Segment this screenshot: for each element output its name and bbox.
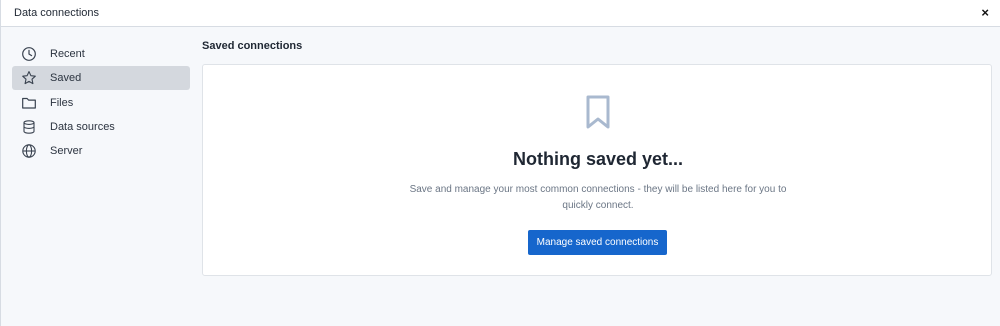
page-title: Saved connections <box>202 40 303 52</box>
data-connections-dialog: Data connections × Recent Saved Files Da… <box>0 0 1000 326</box>
empty-state-heading: Nothing saved yet... <box>512 149 684 169</box>
globe-icon <box>21 143 37 159</box>
title-bar: Data connections × <box>1 0 1000 27</box>
sidebar-item-server[interactable]: Server <box>12 139 190 163</box>
star-icon <box>21 70 37 86</box>
sidebar-item-label: Data sources <box>50 121 115 133</box>
close-icon[interactable]: × <box>981 5 989 21</box>
sidebar-item-label: Recent <box>50 48 85 60</box>
empty-state-description: Save and manage your most common connect… <box>409 184 787 211</box>
sidebar-item-files[interactable]: Files <box>12 91 190 115</box>
empty-state-card: Nothing saved yet... Save and manage you… <box>202 64 992 276</box>
sidebar: Recent Saved Files Data sources Server <box>1 27 197 326</box>
window-title: Data connections <box>14 7 99 19</box>
sidebar-item-data-sources[interactable]: Data sources <box>12 115 190 139</box>
folder-icon <box>21 95 37 111</box>
sidebar-item-recent[interactable]: Recent <box>12 42 190 66</box>
sidebar-item-label: Server <box>50 145 83 157</box>
sidebar-item-label: Saved <box>50 72 82 84</box>
bookmark-icon <box>585 95 611 129</box>
clock-icon <box>21 46 37 62</box>
sidebar-item-saved[interactable]: Saved <box>12 66 190 90</box>
sidebar-item-label: Files <box>50 97 74 109</box>
database-icon <box>21 119 37 135</box>
manage-saved-connections-button[interactable]: Manage saved connections <box>528 230 667 255</box>
